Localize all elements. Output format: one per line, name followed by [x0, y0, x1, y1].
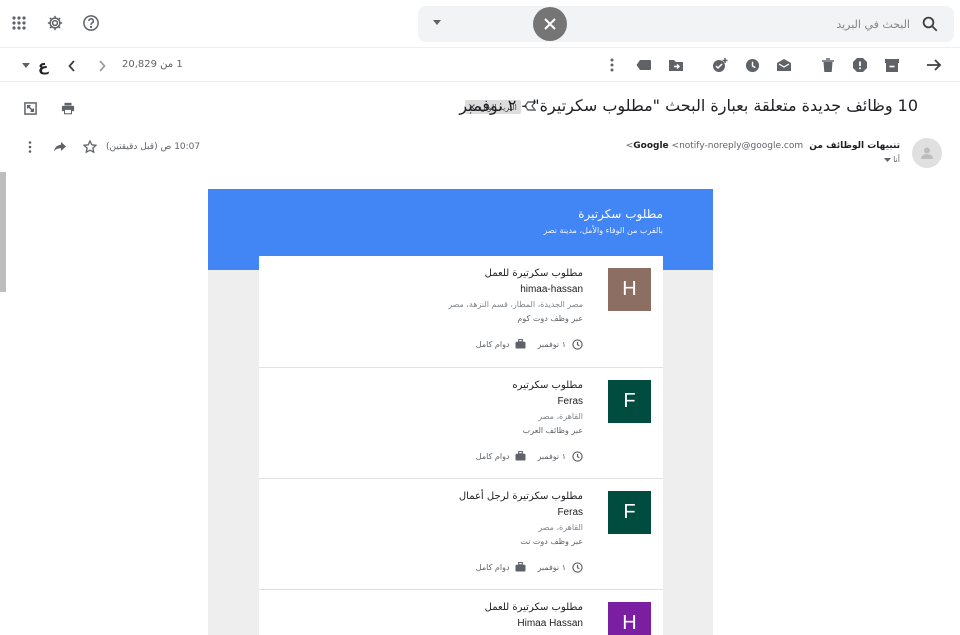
job-card[interactable]: H مطلوب سكرتيرة للعمل himaa-hassan مصر ا… — [259, 256, 663, 368]
sender-line: تنبيهات الوظائف من Google <notify-norepl… — [626, 141, 900, 151]
apps-grid-icon[interactable] — [8, 12, 30, 34]
logo-letter: F — [623, 390, 636, 412]
scrollbar-thumb[interactable] — [0, 172, 6, 292]
message-toolbar: ع 1 من 20,829 — [0, 48, 960, 82]
company-logo: H — [608, 602, 651, 635]
clear-search-button[interactable] — [533, 7, 567, 41]
recipients-toggle[interactable]: أنا — [884, 155, 900, 164]
job-source: عبر وظف دوت كوم — [517, 314, 583, 323]
job-card[interactable]: F مطلوب سكرتيرة لرجل أعمال Feras القاهرة… — [259, 479, 663, 590]
logo-letter: H — [622, 278, 637, 300]
person-icon — [920, 146, 934, 160]
job-location: مصر الجديدة، المطار، قسم النزهة، مصر — [448, 300, 583, 309]
top-header — [0, 0, 960, 48]
reply-forward-icon[interactable] — [52, 139, 68, 155]
input-language-button[interactable]: ع — [38, 57, 48, 75]
move-to-folder-icon[interactable] — [666, 55, 686, 75]
search-bar — [418, 6, 954, 42]
job-meta: ١ نوفمبر دوام كامل — [476, 450, 583, 462]
subject-row: البريد الوارد 10 وظائف جديدة متعلقة بعبا… — [0, 92, 960, 122]
clock-icon — [571, 450, 583, 462]
help-icon[interactable] — [80, 12, 102, 34]
search-options-caret-icon[interactable] — [432, 20, 442, 26]
logo-letter: H — [622, 612, 637, 634]
page-count: 1 من 20,829 — [122, 59, 183, 70]
job-date: ١ نوفمبر — [537, 339, 566, 349]
job-title[interactable]: مطلوب سكرتيرة للعمل — [283, 600, 583, 616]
header-actions — [8, 12, 102, 34]
email-body: مطلوب سكرتيرة بالقرب من الوفاء والأمل، م… — [208, 189, 713, 635]
job-company: Feras — [557, 507, 583, 518]
job-meta: ١ نوفمبر دوام كامل — [476, 338, 583, 350]
job-card[interactable]: F مطلوب سكرتيره Feras القاهرة، مصر عبر و… — [259, 368, 663, 479]
newer-chevron-left-icon[interactable] — [62, 56, 82, 76]
sender-row: 10:07 ص (قبل دقيقتين) تنبيهات الوظائف من… — [0, 134, 960, 174]
clock-icon — [571, 338, 583, 350]
job-type: دوام كامل — [475, 562, 510, 572]
job-info: مطلوب سكرتيرة لرجل أعمال Feras القاهرة، … — [283, 489, 583, 549]
briefcase-icon — [515, 561, 527, 573]
more-vert-icon[interactable] — [602, 55, 622, 75]
mark-unread-icon[interactable] — [774, 55, 794, 75]
toolbar-actions — [602, 55, 944, 75]
banner-title: مطلوب سكرتيرة — [578, 207, 663, 221]
input-tools-caret-icon[interactable] — [22, 63, 30, 69]
job-company: Feras — [557, 396, 583, 407]
sent-time: 10:07 ص (قبل دقيقتين) — [106, 142, 201, 152]
more-options-icon[interactable] — [22, 139, 38, 155]
job-location: القاهرة، مصر — [538, 523, 583, 532]
back-arrow-icon[interactable] — [924, 55, 944, 75]
sender-avatar[interactable] — [912, 138, 942, 168]
company-logo: F — [608, 491, 651, 534]
job-title[interactable]: مطلوب سكرتيرة لرجل أعمال — [283, 489, 583, 505]
search-icon[interactable] — [920, 14, 940, 34]
job-info: مطلوب سكرتيرة للعمل Himaa Hassan — [283, 600, 583, 632]
job-company: himaa-hassan — [520, 284, 583, 295]
search-input[interactable] — [510, 12, 910, 36]
job-meta: ١ نوفمبر دوام كامل — [476, 561, 583, 573]
toolbar-left: ع — [22, 56, 112, 76]
close-icon — [544, 18, 556, 30]
recipient-label: أنا — [893, 155, 900, 164]
chevron-down-icon — [884, 157, 892, 162]
company-logo: H — [608, 268, 651, 311]
job-title[interactable]: مطلوب سكرتيره — [283, 378, 583, 394]
briefcase-icon — [515, 338, 527, 350]
job-date: ١ نوفمبر — [537, 562, 566, 572]
company-logo: F — [608, 380, 651, 423]
subject-actions — [22, 100, 76, 116]
older-chevron-right-icon[interactable] — [92, 56, 112, 76]
job-date: ١ نوفمبر — [537, 451, 566, 461]
archive-icon[interactable] — [882, 55, 902, 75]
job-type: دوام كامل — [475, 339, 510, 349]
job-type: دوام كامل — [475, 451, 510, 461]
label-icon[interactable] — [634, 55, 654, 75]
email-subject: 10 وظائف جديدة متعلقة بعبارة البحث "مطلو… — [459, 96, 918, 115]
snooze-clock-icon[interactable] — [742, 55, 762, 75]
briefcase-icon — [515, 450, 527, 462]
star-icon[interactable] — [82, 139, 98, 155]
job-source: عبر وظف دوت نت — [520, 537, 583, 546]
job-title[interactable]: مطلوب سكرتيرة للعمل — [283, 266, 583, 282]
open-new-window-icon[interactable] — [22, 100, 38, 116]
clock-icon — [571, 561, 583, 573]
delete-icon[interactable] — [818, 55, 838, 75]
print-icon[interactable] — [60, 100, 76, 116]
job-location: القاهرة، مصر — [538, 412, 583, 421]
gear-icon[interactable] — [44, 12, 66, 34]
banner-subtitle: بالقرب من الوفاء والأمل، مدينة نصر — [543, 226, 663, 235]
add-to-tasks-icon[interactable] — [710, 55, 730, 75]
message-actions: 10:07 ص (قبل دقيقتين) — [22, 139, 200, 155]
job-info: مطلوب سكرتيرة للعمل himaa-hassan مصر الج… — [283, 266, 583, 326]
job-card[interactable]: H مطلوب سكرتيرة للعمل Himaa Hassan — [259, 590, 663, 635]
job-info: مطلوب سكرتيره Feras القاهرة، مصر عبر وظا… — [283, 378, 583, 438]
report-spam-icon[interactable] — [850, 55, 870, 75]
job-source: عبر وظائف العرب — [522, 426, 583, 435]
job-company: Himaa Hassan — [517, 618, 583, 629]
logo-letter: F — [623, 501, 636, 523]
